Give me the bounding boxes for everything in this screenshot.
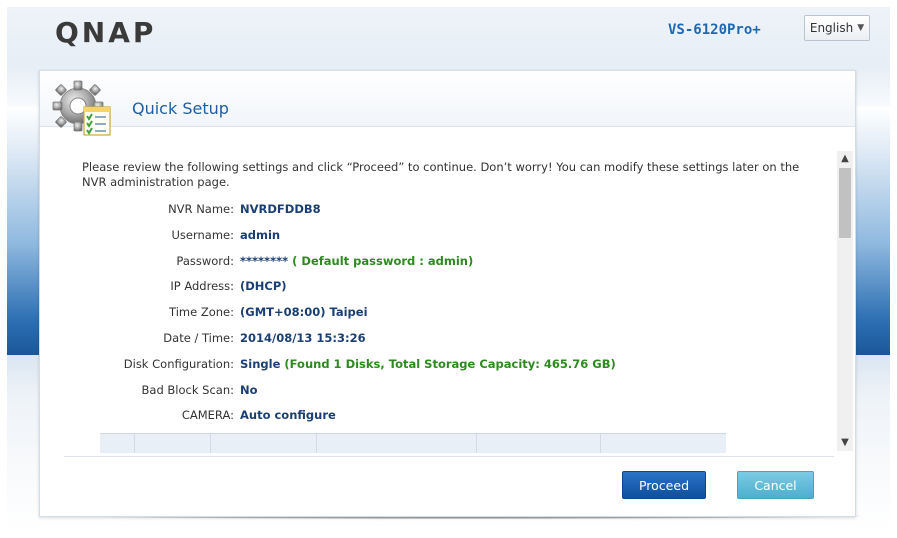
setting-value: NVRDFDDB8 xyxy=(240,201,321,217)
arrow-down-icon[interactable]: ▼ xyxy=(837,435,853,451)
proceed-button[interactable]: Proceed xyxy=(622,471,706,499)
setting-value-text: NVRDFDDB8 xyxy=(240,202,321,216)
setting-value-text: Single xyxy=(240,356,281,371)
setting-value: Auto configure xyxy=(240,407,336,423)
intro-text: Please review the following settings and… xyxy=(82,160,800,189)
setting-value: No xyxy=(240,382,258,398)
review-content: Please review the following settings and… xyxy=(40,127,838,453)
setting-label: IP Address: xyxy=(170,279,234,294)
setting-label: Bad Block Scan: xyxy=(141,382,234,397)
setting-row: CAMERA: Auto configure xyxy=(40,407,830,423)
language-select[interactable]: English ▼ xyxy=(804,15,870,41)
setting-row: Password: ******** ( Default password : a… xyxy=(40,253,830,269)
arrow-up-icon[interactable]: ▲ xyxy=(837,151,853,167)
setting-label: NVR Name: xyxy=(168,202,234,216)
scrollbar[interactable]: ▲ ▼ xyxy=(837,151,853,451)
setting-value-text: Auto configure xyxy=(240,408,336,423)
setting-value: admin xyxy=(240,227,280,243)
camera-table-header xyxy=(100,433,726,453)
footer-divider xyxy=(64,456,834,457)
setting-value: 2014/08/13 15:3:26 xyxy=(240,330,366,346)
chevron-down-icon: ▼ xyxy=(857,23,865,33)
scrollbar-thumb[interactable] xyxy=(839,168,851,238)
setting-row: NVR Name: NVRDFDDB8 xyxy=(40,201,830,217)
setting-note: ( Default password : admin) xyxy=(292,253,474,268)
setting-value-text: No xyxy=(240,382,258,397)
device-model: VS-6120Pro+ xyxy=(668,22,761,38)
setting-value-text: 2014/08/13 15:3:26 xyxy=(240,331,366,345)
setting-row: Date / Time: 2014/08/13 15:3:26 xyxy=(40,330,830,346)
setting-row: Bad Block Scan: No xyxy=(40,382,830,398)
setting-value-text: (DHCP) xyxy=(240,279,287,294)
language-label: English xyxy=(809,21,854,35)
setting-label: Disk Configuration: xyxy=(123,356,234,371)
qnap-logo: QNAP xyxy=(55,16,157,49)
setting-note: (Found 1 Disks, Total Storage Capacity: … xyxy=(284,356,616,371)
setting-value: (GMT+08:00) Taipei xyxy=(240,304,368,320)
cancel-button[interactable]: Cancel xyxy=(737,471,814,499)
setting-row: Username: admin xyxy=(40,227,830,243)
setting-row: Time Zone: (GMT+08:00) Taipei xyxy=(40,304,830,320)
setting-value-text: admin xyxy=(240,227,281,242)
setting-label: CAMERA: xyxy=(181,408,234,423)
setting-value-text: (GMT+08:00) Taipei xyxy=(240,305,368,320)
setting-label: Password: xyxy=(176,253,234,268)
setting-label: Date / Time: xyxy=(163,331,234,345)
setting-value: ******** ( Default password : admin) xyxy=(240,253,473,269)
dialog-title: Quick Setup xyxy=(132,99,229,118)
setting-label: Username: xyxy=(171,227,235,242)
setting-row: IP Address: (DHCP) xyxy=(40,278,830,294)
dialog-header: Quick Setup xyxy=(40,71,855,136)
setting-row: Disk Configuration: Single (Found 1 Disks… xyxy=(40,356,830,372)
quick-setup-dialog: Quick Setup Please review the following … xyxy=(39,70,856,517)
setting-value: Single (Found 1 Disks, Total Storage Cap… xyxy=(240,356,616,372)
setting-value: (DHCP) xyxy=(240,278,287,294)
setting-value-text: ******** xyxy=(240,253,289,268)
setting-label: Time Zone: xyxy=(169,305,234,320)
